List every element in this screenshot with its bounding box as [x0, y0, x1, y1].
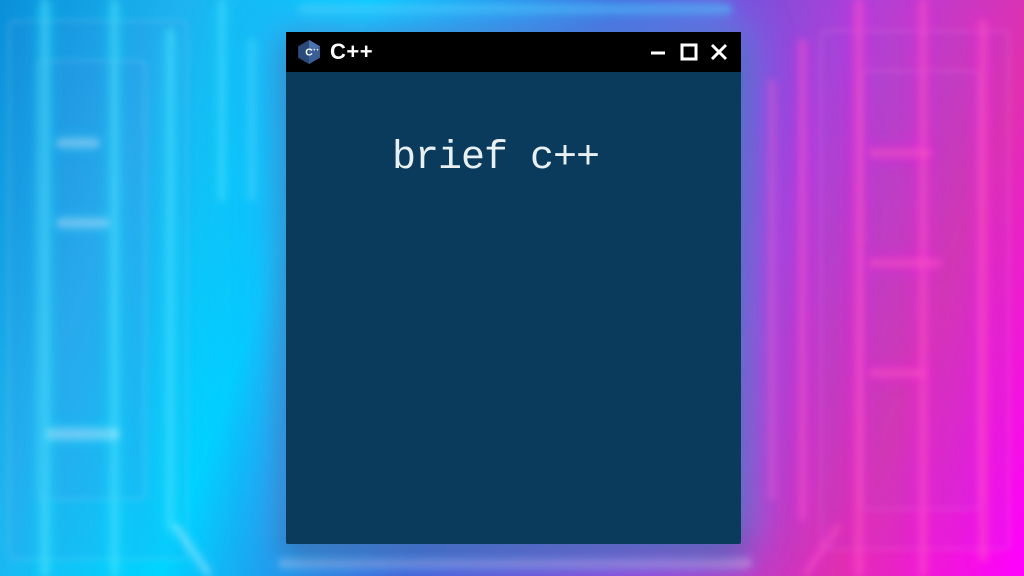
terminal-output-line: brief c++ [392, 136, 599, 181]
window-title: C++ [330, 39, 647, 65]
titlebar[interactable]: C + + C++ [286, 32, 741, 72]
terminal-content[interactable]: brief c++ [286, 72, 741, 246]
window-controls [647, 40, 731, 64]
maximize-button[interactable] [677, 40, 701, 64]
cpp-icon: C + + [296, 39, 322, 65]
close-button[interactable] [707, 40, 731, 64]
svg-text:C: C [305, 48, 313, 59]
minimize-button[interactable] [647, 40, 671, 64]
app-window: C + + C++ brief c++ [286, 32, 741, 544]
